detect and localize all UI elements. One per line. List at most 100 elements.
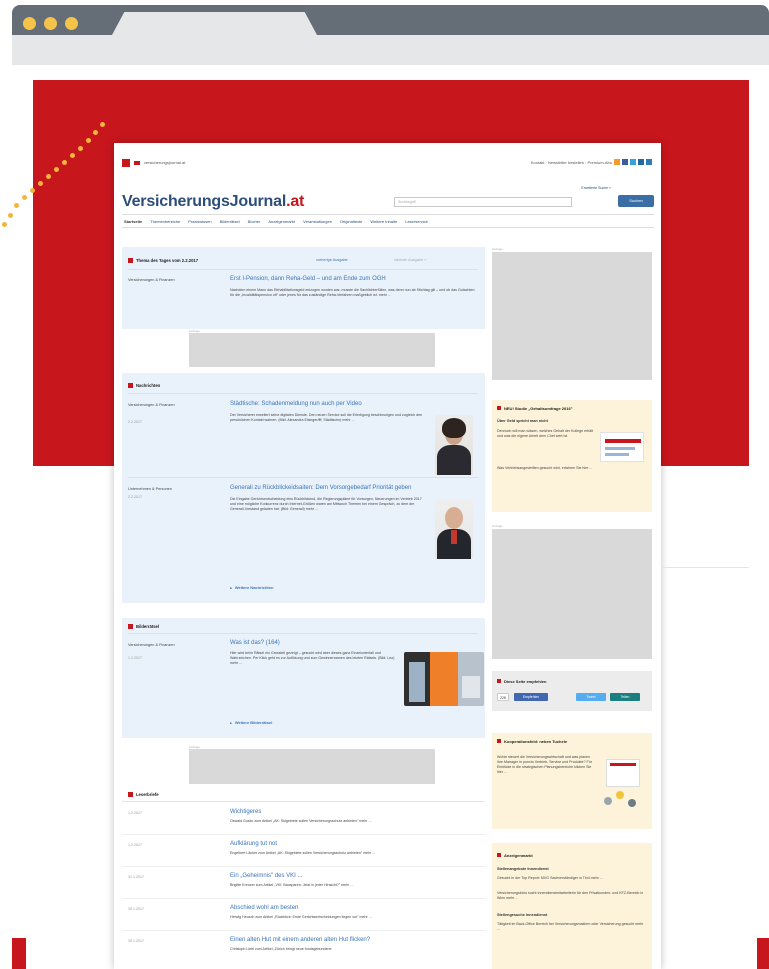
news-category: Versicherungen & Finanzen xyxy=(128,403,175,407)
letter-headline[interactable]: Abschied wohl am besten xyxy=(230,905,298,911)
letter-headline[interactable]: Aufklärung tut not xyxy=(230,841,277,847)
screen: versicherungsjournal.at Kontakt · Newsle… xyxy=(0,0,769,969)
hamburger-icon[interactable] xyxy=(122,159,130,167)
news-headline[interactable]: Städtische: Schadenmeldung nun auch per … xyxy=(230,401,362,407)
quiz-category: Versicherungen & Finanzen xyxy=(128,643,175,647)
quiz-section: Bilderrätsel Versicherungen & Finanzen 1… xyxy=(122,618,485,738)
more-news-link[interactable]: Weitere Nachrichten xyxy=(230,585,274,590)
facebook-like-button[interactable]: Empfehlen xyxy=(514,693,548,701)
tweet-button[interactable]: Tweet xyxy=(576,693,606,701)
logo-text: VersicherungsJournal xyxy=(122,193,287,210)
workshop-text: Wohin steuert die Versicherungswirtschaf… xyxy=(497,755,592,774)
news-text: Der Versicherer erweitert seine digitale… xyxy=(230,413,423,422)
workshop-box: Kooperationsfeld: neben Tuchele Wohin st… xyxy=(492,733,652,829)
divider xyxy=(122,866,485,867)
workshop-title[interactable]: Kooperationsfeld: neben Tuchele xyxy=(497,739,567,744)
top-links[interactable]: Kontakt · Newsletter bestellen · Premium… xyxy=(531,160,612,165)
theme-headline[interactable]: Erst I-Pension, dann Reha-Geld – und am … xyxy=(230,276,386,282)
letter-text: Engelbert Läcker zum Artikel „AK: Skigeb… xyxy=(230,851,376,855)
window-maximize-dot[interactable] xyxy=(65,17,78,30)
red-strip-left xyxy=(12,938,26,969)
letter-text: Herwig Heusch zum Artikel „Rückblick: Er… xyxy=(230,915,372,919)
news-headline[interactable]: Generali zu Rückblickeidsaiten: Dem Vors… xyxy=(230,485,411,491)
quiz-date: 1.2.2017 xyxy=(128,656,142,660)
nav-item-leserservice[interactable]: Leserservice xyxy=(405,219,428,224)
letter-headline[interactable]: Wichtigeres xyxy=(230,809,261,815)
ad-label: Anzeige xyxy=(492,524,503,528)
market-subtitle: Stellenangebote Innendienst xyxy=(497,867,549,871)
sidebar-ad-top[interactable] xyxy=(492,252,652,380)
divider xyxy=(122,930,485,931)
social-icons xyxy=(614,159,652,165)
more-quiz-link[interactable]: Weitere Bilderrätsel xyxy=(230,720,273,725)
news-category: Unternehmen & Personen xyxy=(128,487,172,491)
logo-tld: .at xyxy=(286,193,305,210)
recommend-title: Diese Seite empfehlen xyxy=(497,679,546,684)
recommend-box: Diese Seite empfehlen 228 Empfehlen Twee… xyxy=(492,671,652,711)
news-date: 2.2.2017 xyxy=(128,420,142,424)
divider xyxy=(122,898,485,899)
xing-icon[interactable] xyxy=(638,159,644,165)
nav-item-themenbereiche[interactable]: Themenbereiche xyxy=(150,219,180,224)
nav-item-originaltexte[interactable]: Originaltexte xyxy=(340,219,362,224)
letter-headline[interactable]: Einen alten Hut mit einem anderen alten … xyxy=(230,937,370,943)
letters-title: Leserbriefe xyxy=(128,792,159,797)
quiz-image[interactable] xyxy=(404,652,484,706)
linkedin-icon[interactable] xyxy=(646,159,652,165)
study-title[interactable]: NEU! Studie „Gehaltsumfrage 2016" xyxy=(497,406,573,411)
nav-item-anzeigenmarkt[interactable]: Anzeigenmarkt xyxy=(268,219,295,224)
background-rule xyxy=(661,567,749,568)
share-button[interactable]: Teilen xyxy=(610,693,640,701)
market-subtitle: Stellengesuche Innendienst xyxy=(497,913,548,917)
nav-item-praxiswissen[interactable]: Praxiswissen xyxy=(188,219,211,224)
divider xyxy=(128,393,478,394)
market-item[interactable]: Versicherungsbüro sucht Innendienstmitar… xyxy=(497,891,647,901)
prev-issue-link[interactable]: vorherige Ausgabe xyxy=(316,258,348,262)
nav-item-bilderraetsel[interactable]: Bilderrätsel xyxy=(220,219,240,224)
letter-text: Christoph Liebl zum Artikel „Zürich brin… xyxy=(230,947,332,951)
study-cover-image[interactable] xyxy=(600,432,644,462)
nav-item-startseite[interactable]: Startseite xyxy=(124,219,142,224)
workshop-illustration[interactable] xyxy=(600,755,646,815)
sidebar-ad-middle[interactable] xyxy=(492,529,652,659)
ad-banner-bottom[interactable] xyxy=(189,749,435,784)
theme-of-day: Thema des Tages vom 2.2.2017 vorherige A… xyxy=(122,247,485,329)
site-logo[interactable]: VersicherungsJournal.at xyxy=(122,193,304,211)
main-nav: Startseite Themenbereiche Praxiswissen B… xyxy=(122,214,654,228)
letter-date: 30.1.2017 xyxy=(128,907,144,911)
search-button[interactable]: Suchen xyxy=(618,195,654,207)
rss-icon[interactable] xyxy=(614,159,620,165)
nav-item-veranstaltungen[interactable]: Veranstaltungen xyxy=(303,219,332,224)
ad-label: Anzeige xyxy=(492,247,503,251)
divider xyxy=(128,633,478,634)
facebook-icon[interactable] xyxy=(622,159,628,165)
next-issue-link[interactable]: nächste Ausgabe » xyxy=(394,258,426,262)
letter-date: 30.1.2017 xyxy=(128,939,144,943)
divider xyxy=(128,269,478,270)
quiz-headline[interactable]: Was ist das? (164) xyxy=(230,640,280,646)
letter-headline[interactable]: Ein „Geheimnis" des VKI ... xyxy=(230,873,303,879)
theme-title: Thema des Tages vom 2.2.2017 xyxy=(128,258,198,263)
quiz-title: Bilderrätsel xyxy=(128,624,159,629)
news-title: Nachrichten xyxy=(128,383,160,388)
news-section: Nachrichten Versicherungen & Finanzen 2.… xyxy=(122,373,485,603)
nav-item-buecher[interactable]: Bücher xyxy=(248,219,261,224)
market-item[interactable]: Tätigkeit im Back-Office Bereich bei Ver… xyxy=(497,922,647,932)
window-minimize-dot[interactable] xyxy=(44,17,57,30)
theme-text: Nachdem einem Mann das Rehabilitationsge… xyxy=(230,288,475,297)
news-photo-woman[interactable] xyxy=(435,415,473,475)
twitter-icon[interactable] xyxy=(630,159,636,165)
study-text: Dennoch will man wissen, welches Gehalt … xyxy=(497,429,594,438)
news-photo-man[interactable] xyxy=(435,499,473,559)
window-close-dot[interactable] xyxy=(23,17,36,30)
ad-banner-top[interactable] xyxy=(189,333,435,367)
divider xyxy=(122,834,485,835)
market-item[interactable]: Gesucht in der Top Report: MVG Sachverst… xyxy=(497,876,647,881)
browser-tab[interactable] xyxy=(112,12,317,35)
study-link[interactable]: Was Vertriebsangestellten gesucht wird, … xyxy=(497,466,597,471)
nav-item-weitere-inhalte[interactable]: Weitere Inhalte xyxy=(370,219,397,224)
red-strip-right xyxy=(757,938,769,969)
search-input[interactable]: Suchbegriff xyxy=(394,197,572,207)
extended-search-link[interactable]: Erweiterte Suche » xyxy=(581,186,611,190)
browser-toolbar xyxy=(12,35,769,65)
